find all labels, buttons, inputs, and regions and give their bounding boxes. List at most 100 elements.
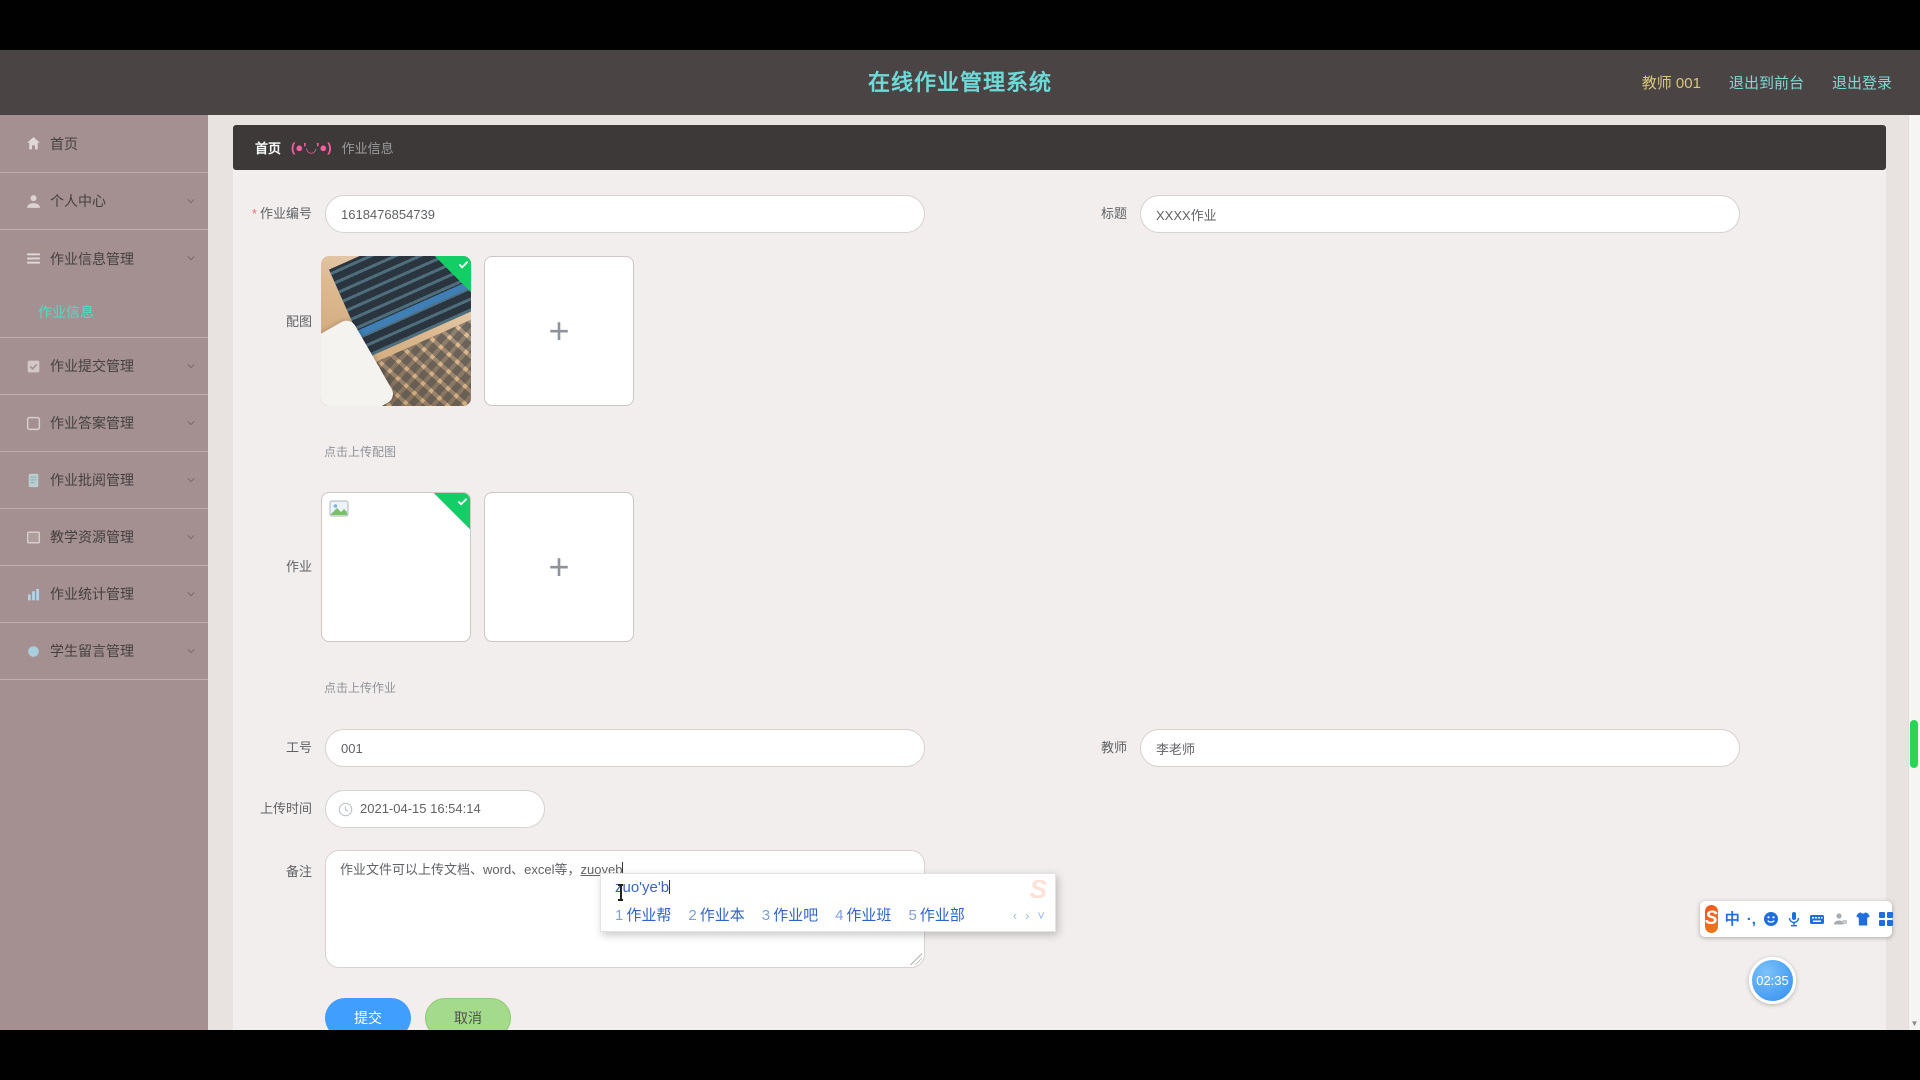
upload-time-label: 上传时间 [259,801,312,816]
sidebar-item-homework-info-mgmt[interactable]: 作业信息管理 [0,230,208,287]
stats-icon [25,586,42,603]
cover-label: 配图 [285,314,312,329]
upload-time-input[interactable]: 2021-04-15 16:54:14 [325,790,545,828]
content-card: 首页 (●'◡'●) 作业信息 *作业编号 标题 配图 [233,125,1886,1030]
answer-icon [25,415,42,432]
remark-label: 备注 [285,864,312,879]
chevron-down-icon [187,199,195,204]
punctuation-icon[interactable]: ·, [1747,911,1756,928]
sogou-logo-icon[interactable]: S [1705,905,1718,933]
check-icon [457,498,468,506]
submit-button[interactable]: 提交 [325,998,411,1030]
title-label: 标题 [1100,206,1127,221]
skin-icon[interactable] [1855,911,1871,928]
ime-expand[interactable]: ˅ [1037,908,1045,923]
breadcrumb: 首页 (●'◡'●) 作业信息 [233,125,1886,170]
number-input[interactable] [325,195,925,233]
timer-value: 02:35 [1756,973,1789,988]
page-scrollbar-track: ▼ [1908,115,1920,1030]
sidebar-item-label: 作业统计管理 [50,586,134,602]
recording-timer-bubble[interactable]: 02:35 [1749,957,1796,1004]
check-icon [458,261,469,269]
sidebar-item-personal-center[interactable]: 个人中心 [0,172,208,229]
bottom-letterbox-bar [0,1030,1920,1080]
sidebar-item-label: 作业批阅管理 [50,472,134,488]
ime-candidate-2[interactable]: 2 作业本 [688,904,744,925]
ime-candidate-5[interactable]: 5 作业部 [908,904,964,925]
ime-candidate-list: 1 作业帮 2 作业本 3 作业吧 4 作业班 5 作业部 [615,904,965,925]
sidebar-item-label: 个人中心 [50,193,106,209]
submit-icon [25,358,42,375]
cover-image-thumbnail[interactable] [321,256,471,406]
breadcrumb-home-link[interactable]: 首页 [255,138,281,157]
sidebar-item-teaching-resource-mgmt[interactable]: 教学资源管理 [0,508,208,565]
homework-file-thumbnail[interactable] [321,492,471,642]
worker-id-input[interactable] [325,729,925,767]
message-icon [25,643,42,660]
sidebar-group-homework-info: 作业信息管理 作业信息 [0,229,208,337]
upload-time-value: 2021-04-15 16:54:14 [360,801,481,816]
sidebar-item-label: 作业信息管理 [50,250,134,267]
exit-to-front-link[interactable]: 退出到前台 [1729,72,1804,93]
page-scrollbar-thumb[interactable] [1909,720,1918,768]
app-title: 在线作业管理系统 [867,70,1052,95]
breadcrumb-current: 作业信息 [341,141,394,156]
homework-upload-button[interactable]: + [484,492,634,642]
remark-text: 作业文件可以上传文档、word、excel等， [340,862,581,877]
menu-icon [25,250,42,267]
ime-candidate-1[interactable]: 1 作业帮 [615,904,671,925]
cover-upload-button[interactable]: + [484,256,634,406]
sidebar-subitem-homework-info-active[interactable]: 作业信息 [0,287,208,337]
clock-icon [338,802,353,817]
sidebar: 首页 个人中心 作业信息管理 作业信息 作业提交管理 作业答案管理 作业批阅管理… [0,115,208,1030]
chevron-down-icon [187,421,195,426]
chevron-down-icon [187,364,195,369]
title-input[interactable] [1140,195,1740,233]
chevron-down-icon [187,535,195,540]
text-cursor-pointer [616,884,625,901]
account-icon[interactable] [1832,911,1848,928]
ime-next-page[interactable]: › [1025,908,1029,923]
sidebar-item-homework-stats-mgmt[interactable]: 作业统计管理 [0,565,208,622]
cover-upload-hint: 点击上传配图 [324,445,397,459]
breadcrumb-emoticon-separator: (●'◡'●) [291,139,332,155]
sidebar-item-home[interactable]: 首页 [0,115,208,172]
logout-link[interactable]: 退出登录 [1832,72,1892,93]
sidebar-item-label: 首页 [50,135,78,152]
plus-icon: + [548,310,570,351]
keyboard-icon[interactable] [1809,911,1825,928]
sidebar-item-label: 作业答案管理 [50,415,134,431]
top-letterbox-bar [0,0,1920,50]
microphone-icon[interactable] [1786,911,1802,928]
upload-success-badge [435,256,471,292]
sidebar-item-label: 学生留言管理 [50,643,134,659]
toolbox-grid-icon[interactable] [1878,911,1894,928]
sogou-input-toolbar: S 中 ·, [1700,901,1894,937]
chinese-mode-icon[interactable]: 中 [1725,911,1740,928]
plus-icon: + [548,546,570,587]
sidebar-subitem-label: 作业信息 [38,304,94,320]
chevron-down-icon [187,478,195,483]
home-icon [25,135,42,152]
sidebar-item-homework-submit-mgmt[interactable]: 作业提交管理 [0,337,208,394]
scrollbar-down-arrow[interactable]: ▼ [1909,1019,1920,1028]
teacher-input[interactable] [1140,729,1740,767]
sidebar-item-label: 作业提交管理 [50,358,134,374]
sidebar-item-homework-answer-mgmt[interactable]: 作业答案管理 [0,394,208,451]
sidebar-divider [0,679,208,681]
current-user-label: 教师 001 [1641,75,1701,92]
ime-pagination: ‹ › ˅ [1013,908,1045,923]
teacher-label: 教师 [1100,740,1127,755]
ime-candidate-4[interactable]: 4 作业班 [835,904,891,925]
sidebar-item-student-message-mgmt[interactable]: 学生留言管理 [0,622,208,679]
ime-prev-page[interactable]: ‹ [1013,908,1017,923]
ime-candidate-3[interactable]: 3 作业吧 [762,904,818,925]
sogou-watermark: S [1029,874,1047,904]
required-asterisk: * [251,206,257,221]
sidebar-item-homework-review-mgmt[interactable]: 作业批阅管理 [0,451,208,508]
app-header: 在线作业管理系统 教师 001 退出到前台 退出登录 [0,50,1920,115]
emoji-icon[interactable] [1763,911,1779,928]
worker-id-label: 工号 [285,740,312,755]
cancel-button[interactable]: 取消 [425,998,511,1030]
ime-caret [669,880,671,894]
